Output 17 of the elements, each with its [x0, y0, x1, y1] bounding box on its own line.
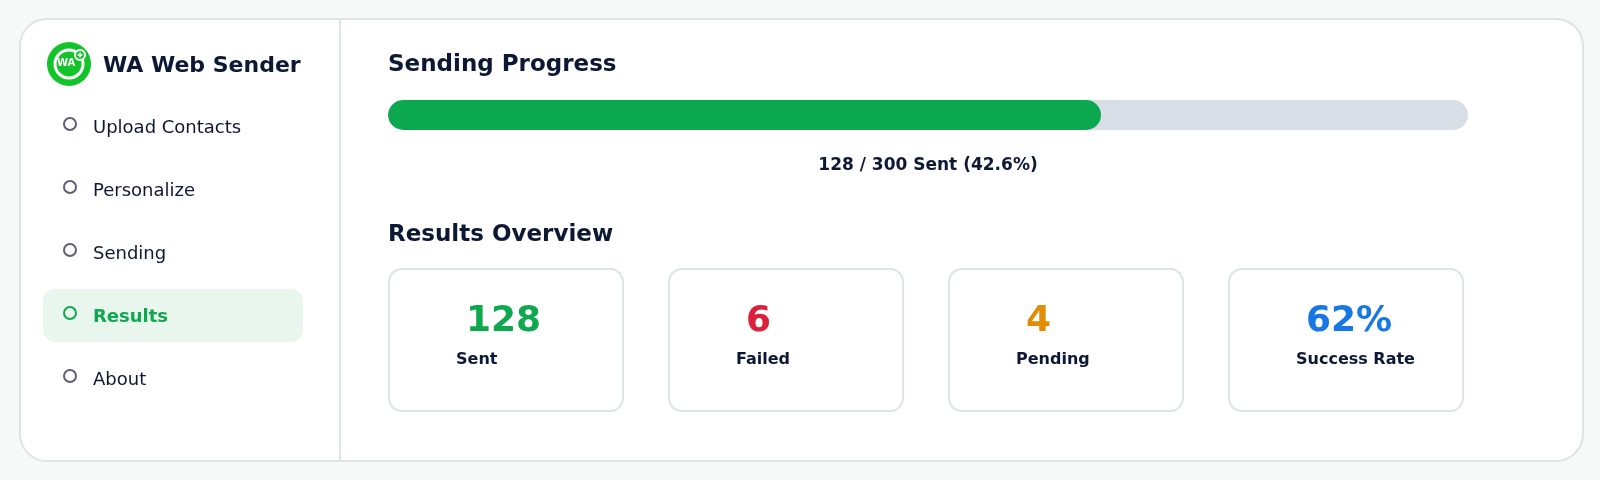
sidebar-item[interactable]: Personalize: [43, 163, 303, 216]
stat-value: 62%: [1306, 298, 1393, 339]
stat-label: Pending: [1016, 349, 1090, 368]
stat-value: 6: [746, 298, 772, 339]
section-title: Sending Progress: [388, 50, 618, 76]
stat-value: 128: [466, 298, 542, 339]
sidebar-item[interactable]: About: [43, 352, 303, 405]
section-title: Results Overview: [388, 220, 615, 246]
progress-caption: 128 / 300 Sent (42.6%): [818, 154, 1038, 174]
app-title: WA Web Sender: [103, 51, 301, 77]
logo-icon: WA: [47, 42, 91, 86]
stat-label: Success Rate: [1296, 349, 1415, 368]
stat-label: Sent: [456, 349, 498, 368]
stat-value: 4: [1026, 298, 1052, 339]
stat-label: Failed: [736, 349, 791, 368]
sidebar-item[interactable]: Upload Contacts: [43, 100, 303, 153]
sidebar-item[interactable]: Sending: [43, 226, 303, 279]
